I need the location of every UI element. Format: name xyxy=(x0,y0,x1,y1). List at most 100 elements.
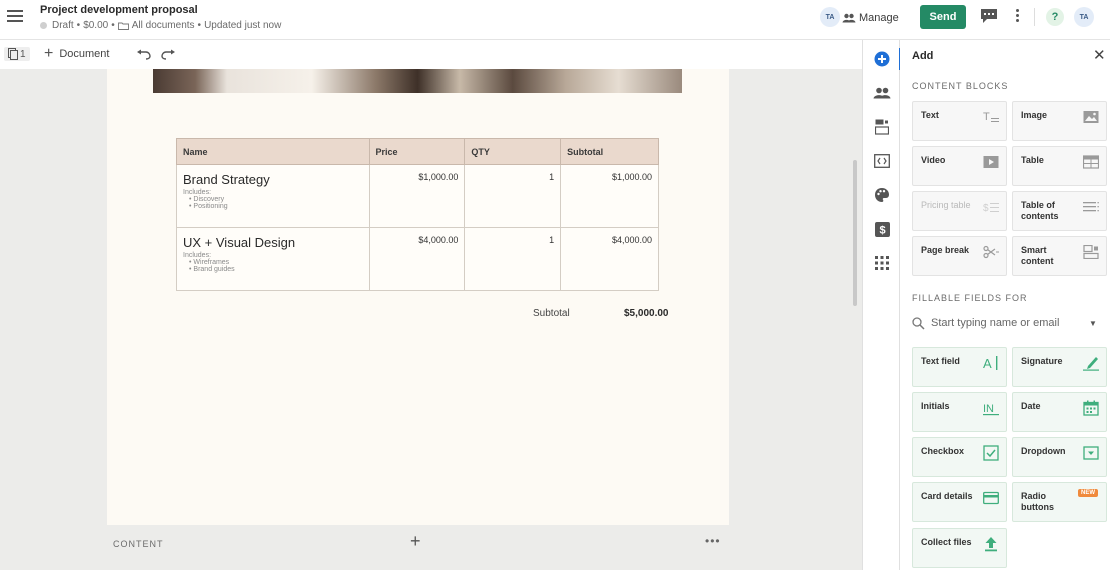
manage-button[interactable]: Manage xyxy=(842,7,899,29)
add-document-label: Document xyxy=(59,48,110,60)
field-label: Signature xyxy=(1021,356,1063,366)
svg-text:IN: IN xyxy=(983,403,994,415)
chevron-down-icon[interactable]: ▼ xyxy=(1089,319,1097,328)
dropdown-icon xyxy=(1083,446,1099,460)
meta-separator: • xyxy=(197,20,202,31)
block-label: Text xyxy=(921,110,939,120)
meta-separator: • xyxy=(111,20,115,31)
design-palette-icon[interactable] xyxy=(873,186,891,204)
document-meta: Draft • $0.00 • All documents • Updated … xyxy=(40,20,281,31)
content-more-button[interactable]: ••• xyxy=(705,534,721,548)
new-badge: NEW xyxy=(1078,489,1098,497)
add-content-button[interactable]: + xyxy=(410,531,421,552)
column-header-price: Price xyxy=(368,138,466,165)
document-title[interactable]: Project development proposal xyxy=(40,4,198,16)
add-panel: Add ✕ CONTENT BLOCKS Text T Image Video … xyxy=(900,40,1110,570)
apps-grid-icon[interactable] xyxy=(873,254,891,272)
field-text-field[interactable]: Text field A xyxy=(912,347,1007,387)
send-button[interactable]: Send xyxy=(920,5,966,29)
field-label: Radio buttons xyxy=(1021,491,1054,512)
content-blocks-label: CONTENT BLOCKS xyxy=(912,81,1009,91)
comment-icon[interactable] xyxy=(980,8,998,24)
folder-link[interactable]: All documents xyxy=(132,20,195,31)
users-icon xyxy=(842,13,856,23)
item-name: Brand Strategy xyxy=(183,172,270,187)
block-image[interactable]: Image xyxy=(1012,101,1107,141)
field-checkbox[interactable]: Checkbox xyxy=(912,437,1007,477)
block-label: Video xyxy=(921,155,946,165)
header-image[interactable] xyxy=(153,69,682,93)
embed-icon[interactable] xyxy=(873,152,891,170)
collaborator-avatar[interactable]: TA xyxy=(820,7,840,27)
item-qty[interactable]: 1 xyxy=(464,227,562,291)
fields-icon[interactable] xyxy=(873,118,891,136)
close-icon[interactable]: ✕ xyxy=(1093,46,1106,64)
table-icon xyxy=(1083,155,1099,169)
user-avatar[interactable]: TA xyxy=(1074,7,1094,27)
image-icon xyxy=(1083,111,1099,123)
document-page[interactable]: Name Price QTY Subtotal Brand Strategy I… xyxy=(107,69,729,525)
date-icon xyxy=(1083,400,1099,416)
recipient-selector[interactable]: ▼ xyxy=(912,313,1102,333)
subtotal-value: $5,000.00 xyxy=(624,308,669,319)
redo-icon[interactable] xyxy=(160,49,176,61)
block-table-of-contents[interactable]: Table of contents xyxy=(1012,191,1107,231)
field-label: Collect files xyxy=(921,537,972,547)
field-dropdown[interactable]: Dropdown xyxy=(1012,437,1107,477)
block-label: Table of contents xyxy=(1021,200,1059,221)
block-label: Image xyxy=(1021,110,1048,120)
table-row[interactable]: Brand Strategy Includes: • Discovery • P… xyxy=(176,164,659,228)
status-dot-icon xyxy=(40,22,47,29)
help-icon[interactable]: ? xyxy=(1046,8,1064,26)
recipient-search-input[interactable] xyxy=(931,317,1081,329)
pages-icon xyxy=(8,48,18,60)
undo-icon[interactable] xyxy=(136,49,152,61)
fillable-fields-label: FILLABLE FIELDS FOR xyxy=(912,293,1028,303)
field-radio-buttons[interactable]: Radio buttons NEW xyxy=(1012,482,1107,522)
block-video[interactable]: Video xyxy=(912,146,1007,186)
svg-text:A: A xyxy=(983,356,992,371)
block-label: Smart content xyxy=(1021,245,1054,266)
block-text[interactable]: Text T xyxy=(912,101,1007,141)
content-label: CONTENT xyxy=(113,539,164,549)
plus-icon: + xyxy=(44,45,54,62)
field-initials[interactable]: Initials IN xyxy=(912,392,1007,432)
recipients-icon[interactable] xyxy=(873,84,891,102)
pricing-table[interactable]: Name Price QTY Subtotal Brand Strategy I… xyxy=(176,138,659,291)
item-cell[interactable]: UX + Visual Design Includes: • Wireframe… xyxy=(176,227,370,291)
page-break-icon xyxy=(983,245,999,259)
item-includes-label: Includes: xyxy=(183,252,212,259)
payments-icon[interactable]: $ xyxy=(873,220,891,238)
field-card-details[interactable]: Card details xyxy=(912,482,1007,522)
add-document-button[interactable]: + Document xyxy=(44,45,110,62)
canvas-scrollbar[interactable] xyxy=(853,160,857,306)
field-signature[interactable]: Signature xyxy=(1012,347,1107,387)
column-header-subtotal: Subtotal xyxy=(560,138,659,165)
field-label: Text field xyxy=(921,356,960,366)
more-options-icon[interactable] xyxy=(1014,9,1020,25)
subtotal-label: Subtotal xyxy=(533,308,570,319)
add-content-icon[interactable] xyxy=(873,50,891,68)
page-count-indicator[interactable]: 1 xyxy=(4,47,30,61)
table-row[interactable]: UX + Visual Design Includes: • Wireframe… xyxy=(176,227,659,291)
item-subtotal: $1,000.00 xyxy=(560,164,659,228)
field-label: Initials xyxy=(921,401,950,411)
item-include-entry: • Discovery xyxy=(189,196,225,203)
panel-title: Add xyxy=(912,50,934,62)
menu-icon[interactable] xyxy=(7,10,23,24)
field-collect-files[interactable]: Collect files xyxy=(912,528,1007,568)
item-qty[interactable]: 1 xyxy=(464,164,562,228)
block-page-break[interactable]: Page break xyxy=(912,236,1007,276)
block-table[interactable]: Table xyxy=(1012,146,1107,186)
item-price[interactable]: $1,000.00 xyxy=(368,164,466,228)
field-date[interactable]: Date xyxy=(1012,392,1107,432)
item-subtotal: $4,000.00 xyxy=(560,227,659,291)
folder-icon xyxy=(117,22,129,30)
checkbox-icon xyxy=(983,445,999,461)
item-cell[interactable]: Brand Strategy Includes: • Discovery • P… xyxy=(176,164,370,228)
block-smart-content[interactable]: Smart content xyxy=(1012,236,1107,276)
table-of-contents-icon xyxy=(1083,202,1099,212)
column-header-name: Name xyxy=(176,138,370,165)
item-price[interactable]: $4,000.00 xyxy=(368,227,466,291)
document-canvas: Name Price QTY Subtotal Brand Strategy I… xyxy=(0,69,862,570)
